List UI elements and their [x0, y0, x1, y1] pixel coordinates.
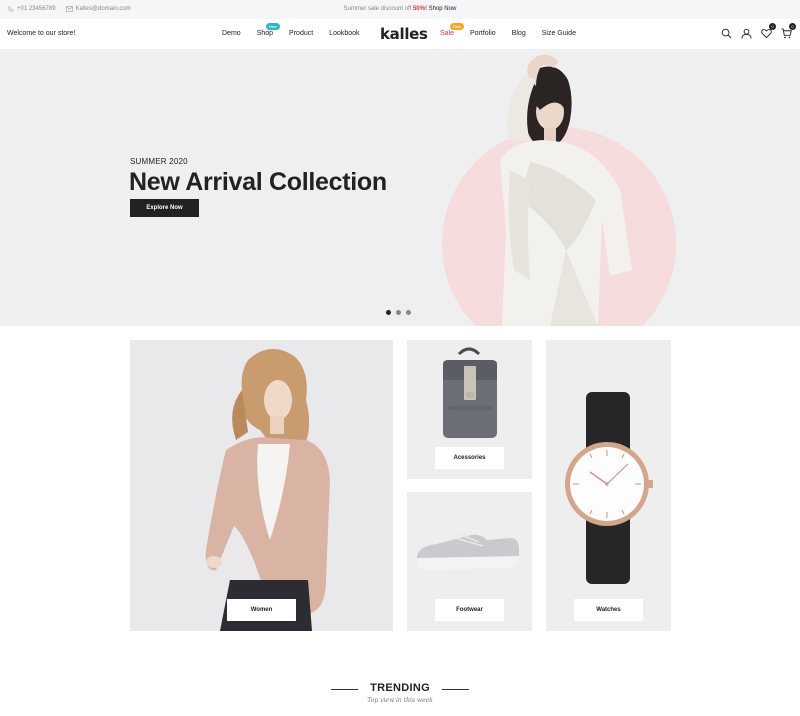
- slider-dot-2[interactable]: [396, 310, 401, 315]
- hero-slider: SUMMER 2020 New Arrival Collection Explo…: [0, 50, 800, 326]
- category-card-footwear[interactable]: Footwear: [407, 492, 532, 631]
- new-badge: New: [265, 23, 280, 30]
- category-label-watches[interactable]: Watches: [574, 599, 643, 621]
- nav-item-lookbook[interactable]: Lookbook: [329, 30, 359, 37]
- promo-banner: Summer sale discount off 50%! Shop Now: [0, 6, 800, 12]
- category-label-accessories[interactable]: Acessories: [435, 447, 504, 469]
- trending-section: TRENDING Top view in this week: [0, 682, 800, 704]
- wishlist-count: 0: [769, 23, 776, 30]
- header-actions: 0 0: [721, 23, 796, 39]
- cart-button[interactable]: 0: [781, 23, 796, 39]
- promo-shop-link[interactable]: Shop Now: [429, 6, 457, 12]
- category-card-women[interactable]: Women: [130, 340, 393, 631]
- nav-item-blog[interactable]: Blog: [512, 30, 526, 37]
- slider-dot-3[interactable]: [406, 310, 411, 315]
- site-logo[interactable]: kalles: [380, 25, 428, 43]
- category-label-footwear[interactable]: Footwear: [435, 599, 504, 621]
- user-icon[interactable]: [741, 26, 752, 39]
- nav-item-shop-label: Shop: [256, 30, 274, 37]
- promo-percent: 50%!: [412, 6, 427, 12]
- nav-item-shop[interactable]: Shop New: [256, 23, 280, 37]
- wishlist-button[interactable]: 0: [761, 23, 776, 39]
- nav-item-product[interactable]: Product: [289, 30, 313, 37]
- top-bar: +01 23456789 Kalles@domain.com Summer sa…: [0, 0, 800, 19]
- hero-headline: New Arrival Collection: [129, 168, 387, 196]
- sale-badge: Sale: [450, 23, 465, 30]
- trending-divider-right: [442, 689, 469, 690]
- main-header: Welcome to our store! Demo Shop New Prod…: [0, 19, 800, 50]
- nav-item-demo[interactable]: Demo: [222, 30, 241, 37]
- nav-item-sale[interactable]: Sale Sale: [440, 23, 465, 37]
- category-card-watches[interactable]: Watches: [546, 340, 671, 631]
- hero-eyebrow: SUMMER 2020: [130, 157, 188, 166]
- search-icon[interactable]: [721, 26, 732, 39]
- trending-divider-left: [331, 689, 358, 690]
- slider-dots: [386, 310, 411, 315]
- nav-item-sale-label: Sale: [440, 30, 455, 37]
- category-card-accessories[interactable]: Acessories: [407, 340, 532, 479]
- cart-count: 0: [789, 23, 796, 30]
- watch-image: [565, 392, 653, 584]
- women-model-image: [205, 348, 330, 631]
- trending-subtitle: Top view in this week: [367, 697, 433, 704]
- promo-text: Summer sale discount off: [343, 6, 412, 12]
- nav-right: Sale Sale Portfolio Blog Size Guide: [440, 23, 576, 37]
- nav-left: Demo Shop New Product Lookbook: [222, 23, 360, 37]
- nav-item-portfolio[interactable]: Portfolio: [470, 30, 496, 37]
- welcome-message: Welcome to our store!: [7, 30, 76, 37]
- category-label-women[interactable]: Women: [227, 599, 296, 621]
- nav-item-size-guide[interactable]: Size Guide: [542, 30, 576, 37]
- explore-now-button[interactable]: Explore Now: [130, 199, 199, 217]
- hero-model-image: [500, 54, 632, 326]
- trending-title: TRENDING: [370, 682, 430, 694]
- slider-dot-1[interactable]: [386, 310, 391, 315]
